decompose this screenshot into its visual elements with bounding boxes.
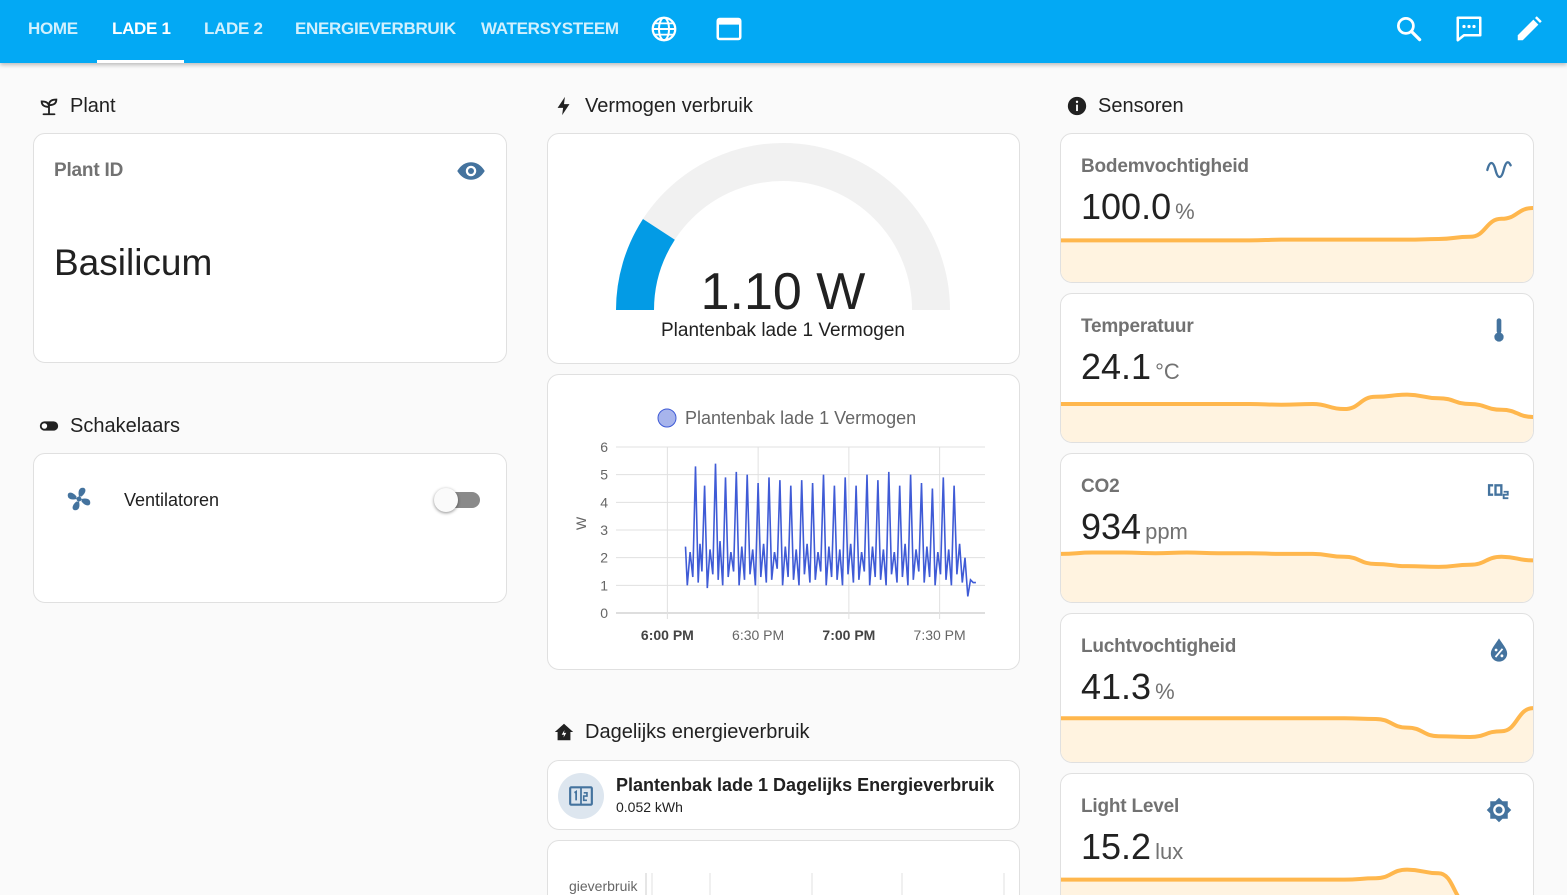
- plant-section-title: Plant: [70, 94, 116, 117]
- sensors-section-title: Sensoren: [1098, 94, 1184, 117]
- sensor-sparkline: [1061, 706, 1533, 762]
- y-tick-label: 1: [600, 577, 608, 593]
- globe-icon[interactable]: [649, 14, 679, 44]
- ventilatoren-label: Ventilatoren: [124, 490, 220, 510]
- tab-home[interactable]: HOME: [28, 0, 78, 63]
- x-tick-label: 6:30 PM: [732, 627, 784, 643]
- search-icon[interactable]: [1394, 14, 1424, 44]
- gauge-name: Plantenbak lade 1 Vermogen: [660, 320, 905, 341]
- tab-lade-2[interactable]: LADE 2: [204, 0, 263, 63]
- sensor-sparkline: [1061, 206, 1533, 282]
- sensor-sparkline: [1061, 550, 1533, 602]
- legend-label[interactable]: Plantenbak lade 1 Vermogen: [685, 408, 916, 428]
- water-percent-icon: [1485, 636, 1513, 664]
- switches-section-header: Schakelaars: [38, 413, 180, 439]
- home-lightning-icon: [554, 723, 574, 741]
- daily-energy-chart-card[interactable]: gieverbruik: [547, 840, 1020, 895]
- toggle-icon: [39, 421, 59, 431]
- power-section-title: Vermogen verbruik: [585, 94, 753, 117]
- x-tick-label: 7:30 PM: [914, 627, 966, 643]
- daily-section-header: Dagelijks energieverbruik: [553, 719, 810, 745]
- daily-energy-state: 0.052 kWh: [616, 799, 683, 815]
- sine-wave-icon: [1485, 156, 1513, 184]
- sensor-name: Bodemvochtigheid: [1081, 156, 1249, 177]
- eye-icon[interactable]: [456, 156, 486, 186]
- flash-icon: [557, 96, 570, 116]
- legend-swatch[interactable]: [657, 408, 677, 428]
- tab-watersysteem[interactable]: WATERSYSTEEM: [481, 0, 619, 63]
- power-history-card[interactable]: Plantenbak lade 1 Vermogen W 0 1 2 3 4 5 6 6:0…: [547, 374, 1020, 670]
- plant-id-value: Basilicum: [54, 242, 213, 283]
- ventilatoren-switch[interactable]: [434, 488, 458, 512]
- sun-icon: [1485, 796, 1513, 824]
- fan-icon: [64, 484, 94, 514]
- tab-energieverbruik[interactable]: ENERGIEVERBRUIK: [295, 0, 456, 63]
- sensor-card-light-level[interactable]: Light Level 15.2 lux: [1060, 773, 1534, 895]
- sensor-card-co2[interactable]: CO2 934 ppm: [1060, 453, 1534, 603]
- sensor-card-luchtvochtigheid[interactable]: Luchtvochtigheid 41.3%: [1060, 613, 1534, 763]
- daily-energy-entity[interactable]: Plantenbak lade 1 Dagelijks Energieverbr…: [547, 760, 1020, 830]
- thermometer-icon: [1485, 316, 1513, 344]
- sparkline-area: [1061, 208, 1533, 282]
- y-tick-label: 3: [600, 522, 608, 538]
- counter-icon-bg: [558, 773, 604, 819]
- sparkline-area: [1061, 869, 1458, 895]
- sensor-card-temperatuur[interactable]: Temperatuur 24.1 °C: [1060, 293, 1534, 443]
- power-gauge-card[interactable]: 1.10 W Plantenbak lade 1 Vermogen: [547, 133, 1020, 364]
- top-bar: HOME LADE 1 LADE 2 ENERGIEVERBRUIK WATER…: [0, 0, 1567, 63]
- y-tick-label: 0: [600, 605, 608, 621]
- switches-section-title: Schakelaars: [70, 414, 181, 437]
- sensor-name: CO2: [1081, 476, 1120, 497]
- sensor-name: Light Level: [1081, 796, 1180, 817]
- daily-energy-name: Plantenbak lade 1 Dagelijks Energieverbr…: [616, 775, 995, 795]
- plant-id-label: Plant ID: [54, 160, 124, 181]
- active-tab-indicator: [97, 60, 184, 63]
- assist-icon[interactable]: [1454, 14, 1484, 44]
- sensor-name: Luchtvochtigheid: [1081, 636, 1237, 657]
- sensor-card-bodemvochtigheid[interactable]: Bodemvochtigheid 100.0%: [1060, 133, 1534, 283]
- y-axis-label: W: [573, 516, 589, 530]
- window-icon[interactable]: [714, 14, 744, 44]
- sprout-icon: [40, 98, 58, 116]
- daily-section-title: Dagelijks energieverbruik: [585, 720, 810, 743]
- co2-icon: [1485, 476, 1513, 504]
- y-tick-label: 6: [600, 439, 608, 455]
- sensors-section-header: Sensoren: [1066, 93, 1184, 119]
- sensor-name: Temperatuur: [1081, 316, 1194, 337]
- switches-card: Ventilatoren: [33, 453, 507, 603]
- x-tick-label: 6:00 PM: [641, 627, 694, 643]
- sparkline-line: [1061, 206, 1533, 243]
- sensor-sparkline: [1061, 867, 1460, 895]
- plant-id-card[interactable]: Plant ID Basilicum: [33, 133, 507, 363]
- power-section-header: Vermogen verbruik: [553, 93, 753, 119]
- plant-section-header: Plant: [38, 93, 116, 119]
- y-tick-label: 4: [600, 494, 608, 510]
- partial-chart-grid: [645, 873, 1005, 895]
- info-icon: [1067, 96, 1087, 116]
- edit-icon[interactable]: [1514, 14, 1544, 44]
- y-tick-label: 5: [600, 467, 608, 483]
- y-tick-label: 2: [600, 550, 608, 566]
- tab-lade-1[interactable]: LADE 1: [112, 0, 171, 63]
- x-tick-label: 7:00 PM: [822, 627, 875, 643]
- power-line-chart: Plantenbak lade 1 Vermogen W 0 1 2 3 4 5 6 6:0…: [573, 408, 985, 643]
- sparkline-area: [1061, 552, 1533, 602]
- counter-icon: [569, 786, 593, 806]
- gauge-value: 1.10 W: [700, 263, 866, 321]
- sensor-sparkline: [1061, 392, 1533, 442]
